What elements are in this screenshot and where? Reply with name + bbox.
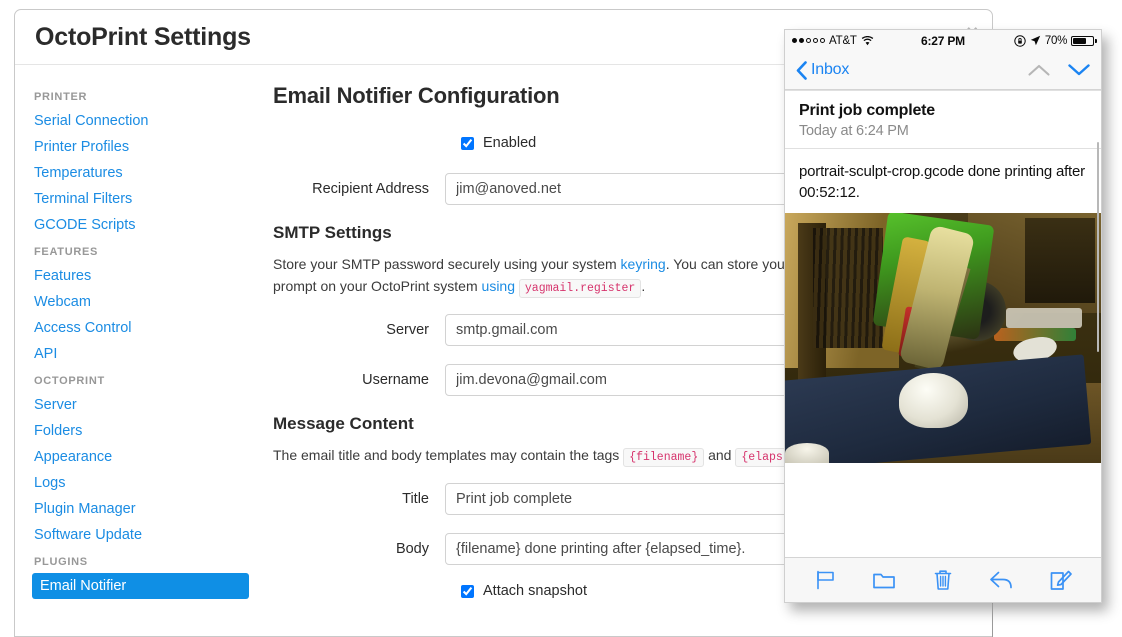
iphone-mail-overlay: AT&T 6:27 PM 70% Inbox Print job complet… [784, 29, 1102, 603]
location-arrow-icon [1030, 35, 1041, 46]
chevron-left-icon [796, 60, 807, 80]
reply-icon[interactable] [985, 565, 1019, 595]
battery-icon [1071, 35, 1097, 46]
sidebar-item-features[interactable]: Features [32, 263, 253, 289]
back-to-inbox-button[interactable]: Inbox [796, 60, 850, 80]
ios-status-bar: AT&T 6:27 PM 70% [785, 30, 1101, 51]
filename-tag-code: {filename} [623, 448, 705, 467]
smtp-help-part1: Store your SMTP password securely using … [273, 256, 621, 272]
body-label: Body [395, 541, 429, 557]
server-label: Server [386, 322, 429, 338]
chevron-up-icon[interactable] [1028, 64, 1050, 76]
message-help-part1: The email title and body templates may c… [273, 447, 624, 463]
chevron-down-icon[interactable] [1068, 64, 1090, 76]
sidebar-item-software-update[interactable]: Software Update [32, 522, 253, 548]
using-link[interactable]: using [482, 278, 515, 294]
sidebar-item-folders[interactable]: Folders [32, 418, 253, 444]
status-bar-right: 70% [1014, 34, 1097, 47]
smtp-help-part3: prompt on your OctoPrint system [273, 278, 482, 294]
mail-scrollbar[interactable] [1097, 142, 1099, 352]
enabled-label: Enabled [483, 135, 537, 151]
sidebar-item-logs[interactable]: Logs [32, 470, 253, 496]
message-help-part2: and [704, 447, 736, 463]
mail-nav-bar: Inbox [785, 51, 1101, 90]
elapsed-time-tag-code: {elaps [735, 448, 789, 467]
sidebar-group-plugins: PLUGINS [34, 556, 88, 568]
mail-date: Today at 6:24 PM [799, 123, 909, 139]
username-label: Username [362, 372, 429, 388]
attach-snapshot-checkbox[interactable] [461, 584, 474, 598]
trash-icon[interactable] [926, 565, 960, 595]
settings-sidebar: PRINTER Serial Connection Printer Profil… [15, 65, 253, 636]
sidebar-item-gcode-scripts[interactable]: GCODE Scripts [32, 212, 253, 238]
sidebar-item-appearance[interactable]: Appearance [32, 444, 253, 470]
recipient-address-label: Recipient Address [312, 181, 429, 197]
keyring-link[interactable]: keyring [621, 256, 666, 272]
screen: OctoPrint Settings × PRINTER Serial Conn… [0, 0, 1122, 637]
sidebar-item-temperatures[interactable]: Temperatures [32, 160, 253, 186]
modal-edge-line [992, 604, 993, 637]
mail-message-scroll-area[interactable]: Print job complete Today at 6:24 PM port… [785, 90, 1101, 557]
attach-snapshot-label: Attach snapshot [483, 583, 587, 599]
sidebar-item-server[interactable]: Server [32, 392, 253, 418]
yagmail-register-code: yagmail.register [518, 279, 642, 298]
sidebar-item-serial-connection[interactable]: Serial Connection [32, 108, 253, 134]
compose-icon[interactable] [1044, 565, 1078, 595]
message-nav-controls [1028, 64, 1090, 76]
mail-subject: Print job complete [799, 102, 935, 119]
sidebar-item-email-notifier[interactable]: Email Notifier [32, 573, 249, 599]
sidebar-item-webcam[interactable]: Webcam [32, 289, 253, 315]
sidebar-group-octoprint: OCTOPRINT [34, 375, 105, 387]
rotation-lock-icon [1014, 34, 1026, 47]
smtp-help-part4: . [641, 278, 646, 294]
mail-toolbar [785, 557, 1101, 602]
page-title: OctoPrint Settings [35, 22, 251, 51]
sidebar-item-terminal-filters[interactable]: Terminal Filters [32, 186, 253, 212]
title-label: Title [402, 491, 429, 507]
sidebar-group-printer: PRINTER [34, 91, 88, 103]
mail-header: Print job complete Today at 6:24 PM [785, 90, 1101, 149]
sidebar-item-api[interactable]: API [32, 341, 253, 367]
mail-body-text: portrait-sculpt-crop.gcode done printing… [799, 163, 1085, 201]
smtp-help-part2: . You can store you [665, 256, 785, 272]
sidebar-item-plugin-manager[interactable]: Plugin Manager [32, 496, 253, 522]
flag-icon[interactable] [808, 565, 842, 595]
mail-photo-attachment[interactable] [785, 213, 1101, 463]
back-label: Inbox [811, 61, 850, 78]
folder-icon[interactable] [867, 565, 901, 595]
sidebar-item-printer-profiles[interactable]: Printer Profiles [32, 134, 253, 160]
sidebar-group-features: FEATURES [34, 246, 99, 258]
enabled-checkbox[interactable] [461, 136, 474, 150]
battery-percent-label: 70% [1044, 34, 1067, 47]
sidebar-item-access-control[interactable]: Access Control [32, 315, 253, 341]
